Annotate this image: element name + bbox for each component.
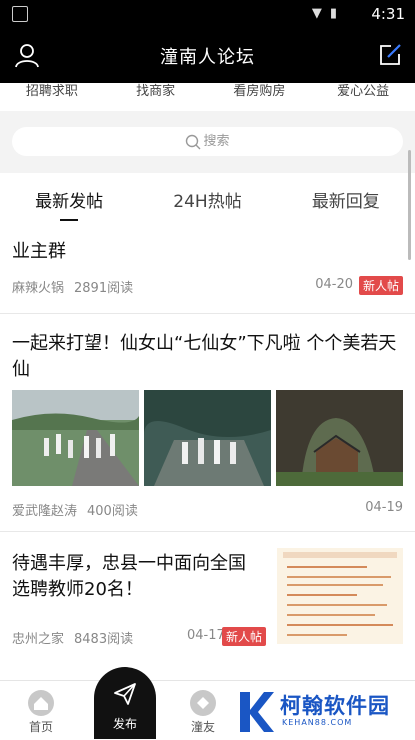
post-image-row: [12, 390, 403, 486]
post-image[interactable]: [144, 390, 271, 486]
category-jobs[interactable]: 招聘求职: [0, 83, 104, 111]
tab-latest-posts[interactable]: 最新发帖: [0, 173, 138, 223]
new-user-badge: 新人帖: [222, 627, 267, 646]
category-merchants[interactable]: 找商家: [104, 83, 208, 111]
post-feed: 业主群 麻辣火锅 2891阅读 04-20 新人帖 一起来打望！仙女山“七仙女”下…: [0, 223, 415, 680]
post-title: 一起来打望！仙女山“七仙女”下凡啦 个个美若天 仙: [12, 331, 396, 383]
post-reads: 8483阅读: [74, 632, 134, 647]
tab-label: 24H热帖: [173, 192, 242, 212]
home-icon: [28, 690, 54, 716]
search-input[interactable]: 搜索: [12, 127, 403, 156]
post-meta: 忠州之家 8483阅读: [12, 628, 133, 647]
tab-label: 最新回复: [311, 192, 380, 212]
watermark-name: 柯翰软件园: [280, 694, 390, 718]
feed-scrollbar[interactable]: [408, 150, 411, 260]
category-housing[interactable]: 看房购房: [208, 83, 312, 111]
notification-icon: [12, 6, 28, 22]
status-bar: ▼▮ 4:31: [0, 0, 415, 28]
post-image[interactable]: [276, 390, 403, 486]
post-date: 04-19: [365, 500, 403, 515]
nav-label: 潼友: [190, 720, 215, 734]
post-item[interactable]: 一起来打望！仙女山“七仙女”下凡啦 个个美若天 仙 爱武隆赵涛 400阅读 04…: [0, 313, 415, 532]
tab-hot-24h[interactable]: 24H热帖: [138, 173, 276, 223]
tab-label: 最新发帖: [35, 192, 104, 212]
post-title: 待遇丰厚，忠县一中面向全国 选聘教师20名！: [12, 551, 246, 603]
post-item[interactable]: 待遇丰厚，忠县一中面向全国 选聘教师20名！ 忠州之家 8483阅读 04-17 …: [0, 531, 415, 680]
new-user-badge: 新人帖: [358, 276, 403, 295]
publish-label: 发布: [112, 717, 137, 731]
post-image[interactable]: [12, 390, 139, 486]
app-title: 潼南人论坛: [160, 47, 255, 68]
nav-home[interactable]: 首页: [6, 681, 76, 740]
watermark-url: KEHAN88.COM: [282, 718, 353, 727]
watermark: 柯翰软件园 KEHAN88.COM: [232, 686, 415, 739]
post-date: 04-20: [315, 277, 353, 292]
compose-icon[interactable]: [377, 42, 403, 68]
post-author: 忠州之家: [12, 632, 65, 647]
active-tab-indicator: [60, 219, 79, 221]
watermark-logo-icon: [240, 692, 274, 732]
search-icon: [186, 134, 201, 149]
post-title-line: 选聘教师20名！: [12, 579, 143, 600]
search-area: 搜索: [0, 111, 415, 173]
post-title-line: 仙: [12, 359, 30, 380]
post-author: 麻辣火锅: [12, 281, 65, 296]
nav-label: 首页: [28, 720, 53, 734]
app-bar: 潼南人论坛: [0, 28, 415, 83]
tab-latest-replies[interactable]: 最新回复: [277, 173, 415, 223]
friends-icon: [190, 690, 216, 716]
nav-friends[interactable]: 潼友: [168, 681, 238, 740]
post-reads: 400阅读: [87, 504, 138, 519]
post-reads: 2891阅读: [74, 281, 134, 296]
feed-tabs: 最新发帖 24H热帖 最新回复: [0, 173, 415, 223]
category-charity[interactable]: 爱心公益: [311, 83, 415, 111]
post-meta: 爱武隆赵涛 400阅读: [12, 500, 138, 519]
category-strip: 招聘求职 找商家 看房购房 爱心公益: [0, 83, 415, 111]
search-placeholder: 搜索: [203, 134, 230, 149]
post-title-line: 一起来打望！仙女山“七仙女”下凡啦 个个美若天: [12, 333, 397, 354]
post-title: 业主群: [12, 241, 66, 262]
post-title-line: 待遇丰厚，忠县一中面向全国: [12, 553, 246, 574]
publish-button[interactable]: 发布: [94, 667, 156, 739]
post-author: 爱武隆赵涛: [12, 504, 78, 519]
status-time: 4:31: [371, 5, 405, 23]
post-item[interactable]: 业主群 麻辣火锅 2891阅读 04-20 新人帖: [0, 223, 415, 314]
post-thumbnail[interactable]: [277, 548, 403, 644]
post-meta: 麻辣火锅 2891阅读: [12, 277, 133, 296]
status-icons: ▼▮: [311, 6, 345, 21]
post-date: 04-17: [187, 628, 225, 643]
paper-plane-icon: [114, 683, 136, 705]
